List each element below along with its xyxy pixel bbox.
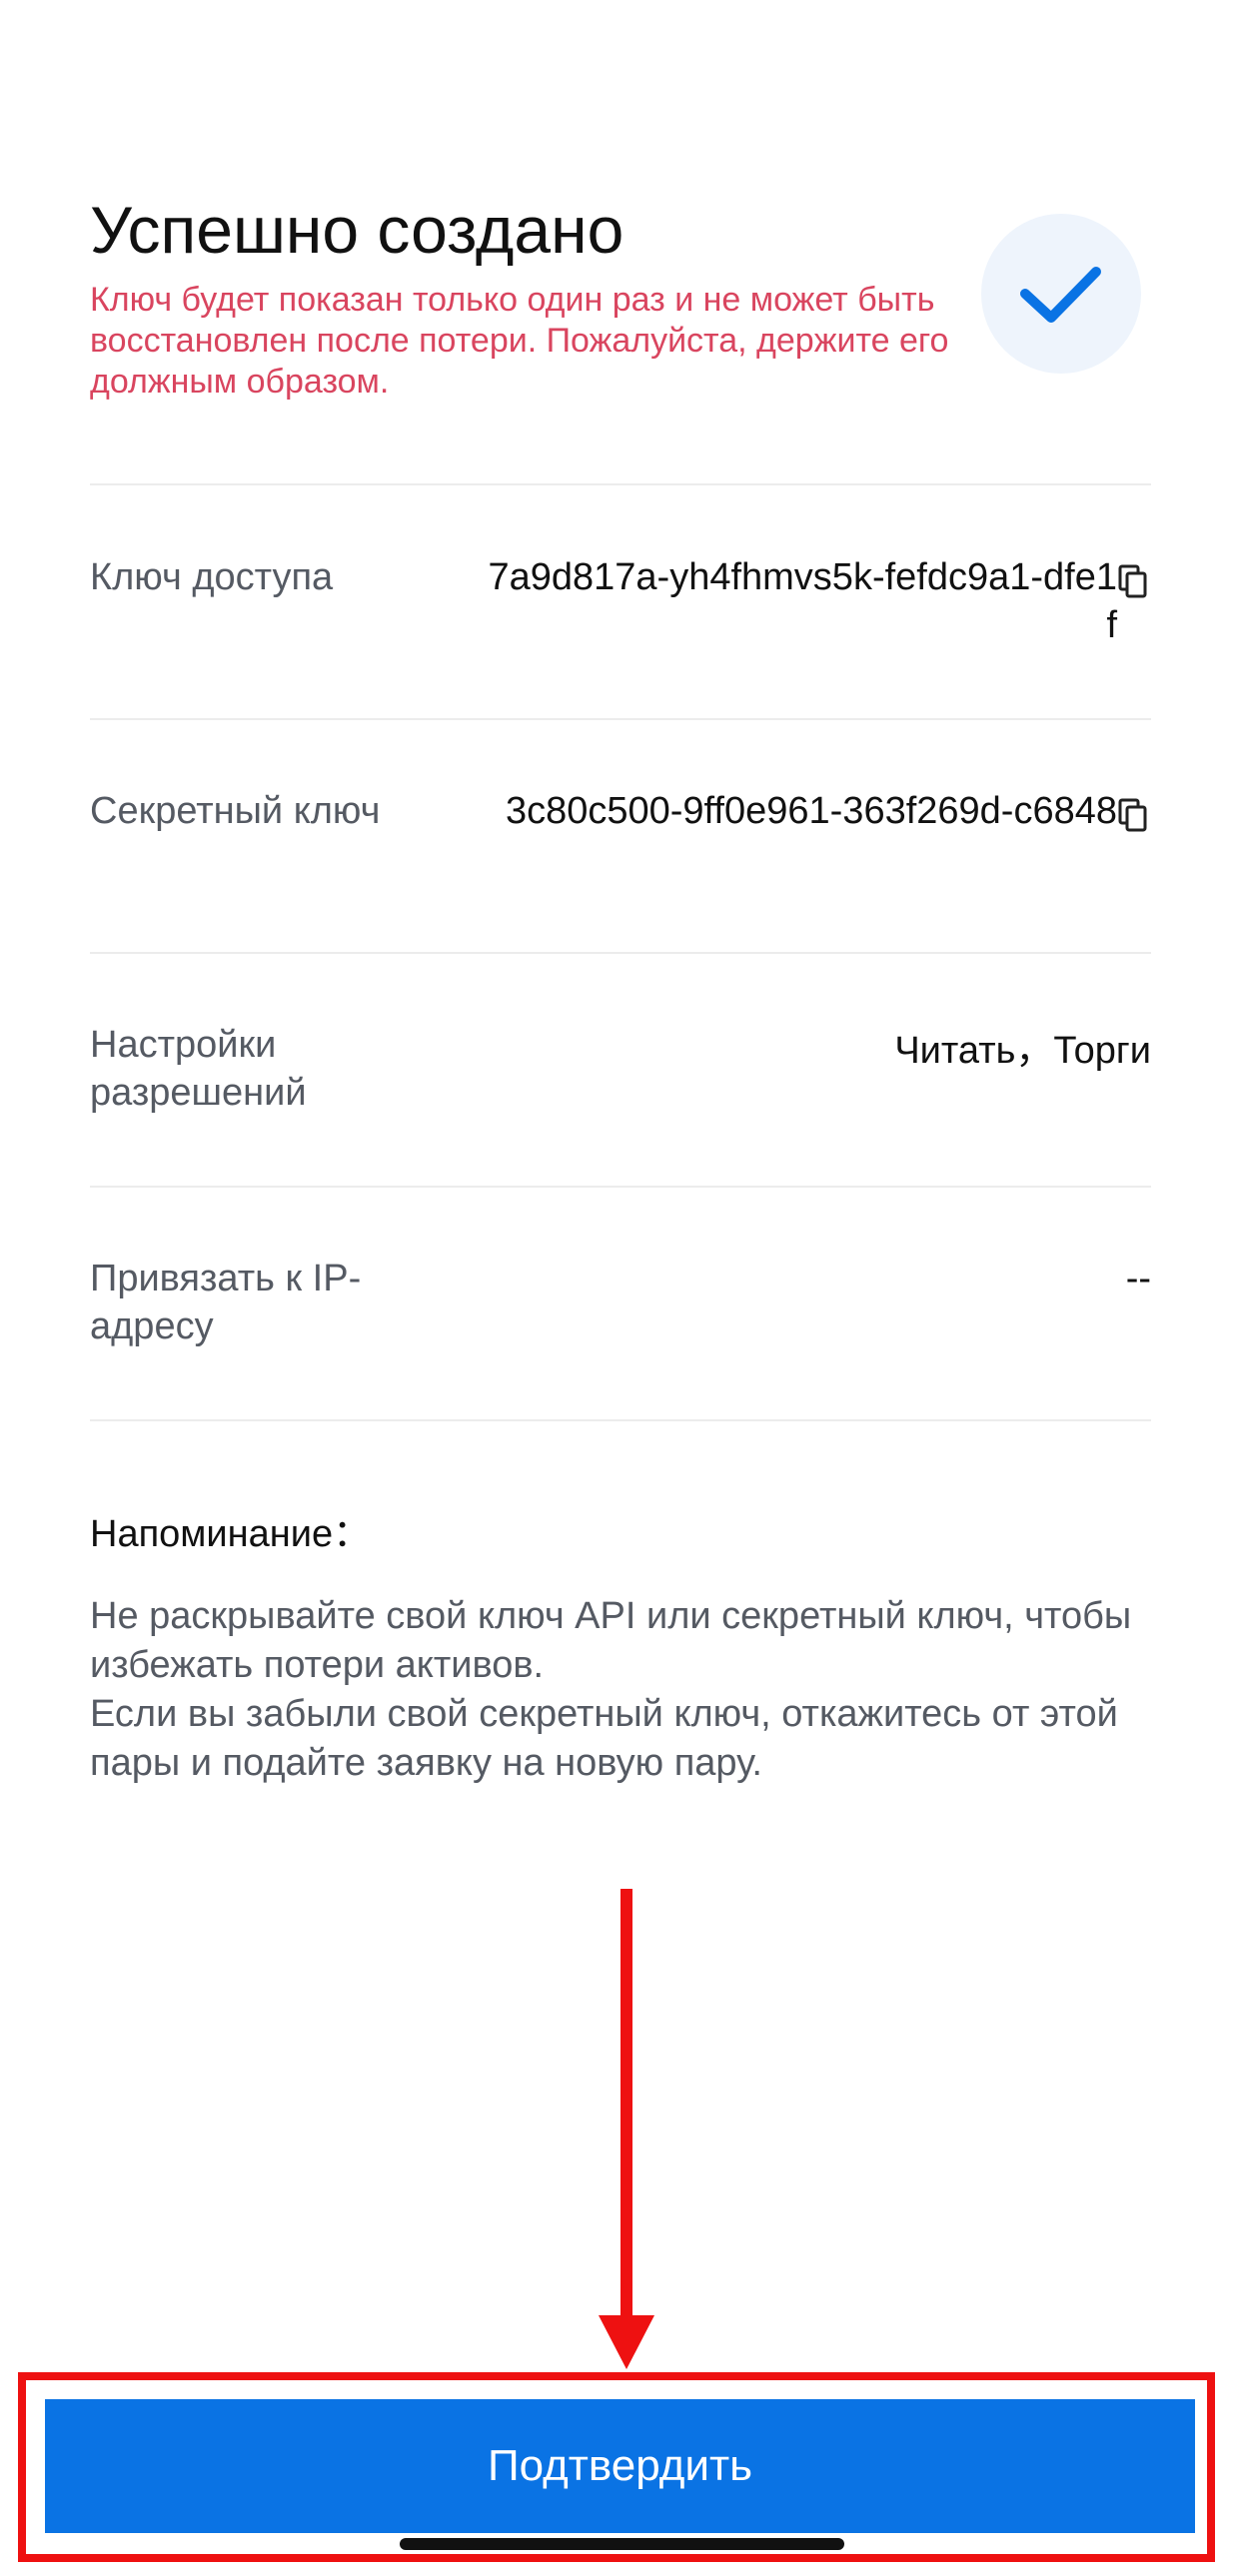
access-key-label: Ключ доступа [90, 556, 334, 598]
reminder-line: Не раскрывайте свой ключ API или секретн… [90, 1595, 1132, 1686]
divider [90, 1419, 1151, 1421]
divider [90, 952, 1151, 954]
secret-key-value: 3c80c500-9ff0e961-363f269d-c6848 [505, 790, 1117, 832]
copy-icon[interactable] [1115, 563, 1151, 599]
secret-key-label: Секретный ключ [90, 790, 381, 832]
ip-binding-label: Привязать к IP-адресу [90, 1258, 362, 1347]
copy-icon[interactable] [1115, 797, 1151, 833]
success-badge [981, 214, 1141, 374]
annotation-highlight-box [18, 2372, 1215, 2562]
divider [90, 483, 1151, 485]
checkmark-icon [1020, 267, 1101, 323]
divider [90, 1186, 1151, 1188]
home-indicator [400, 2538, 844, 2550]
success-header: Успешно создано Ключ будет показан тольк… [90, 190, 969, 403]
reminder-title: Напоминание： [90, 1513, 372, 1555]
permissions-label: Настройки разрешений [90, 1024, 307, 1114]
access-key-value: 7a9d817a-yh4fhmvs5k-fefdc9a1-dfe1f [488, 556, 1117, 646]
page-title: Успешно создано [90, 193, 624, 267]
reminder-line: Если вы забыли свой секретный ключ, отка… [90, 1693, 1118, 1784]
ip-binding-value: -- [1125, 1258, 1151, 1299]
divider [90, 718, 1151, 720]
reminder-text: Не раскрывайте свой ключ API или секретн… [90, 1592, 1169, 1788]
warning-message: Ключ будет показан только один раз и не … [90, 281, 949, 401]
permissions-value: Читать，Торги [894, 1030, 1151, 1072]
